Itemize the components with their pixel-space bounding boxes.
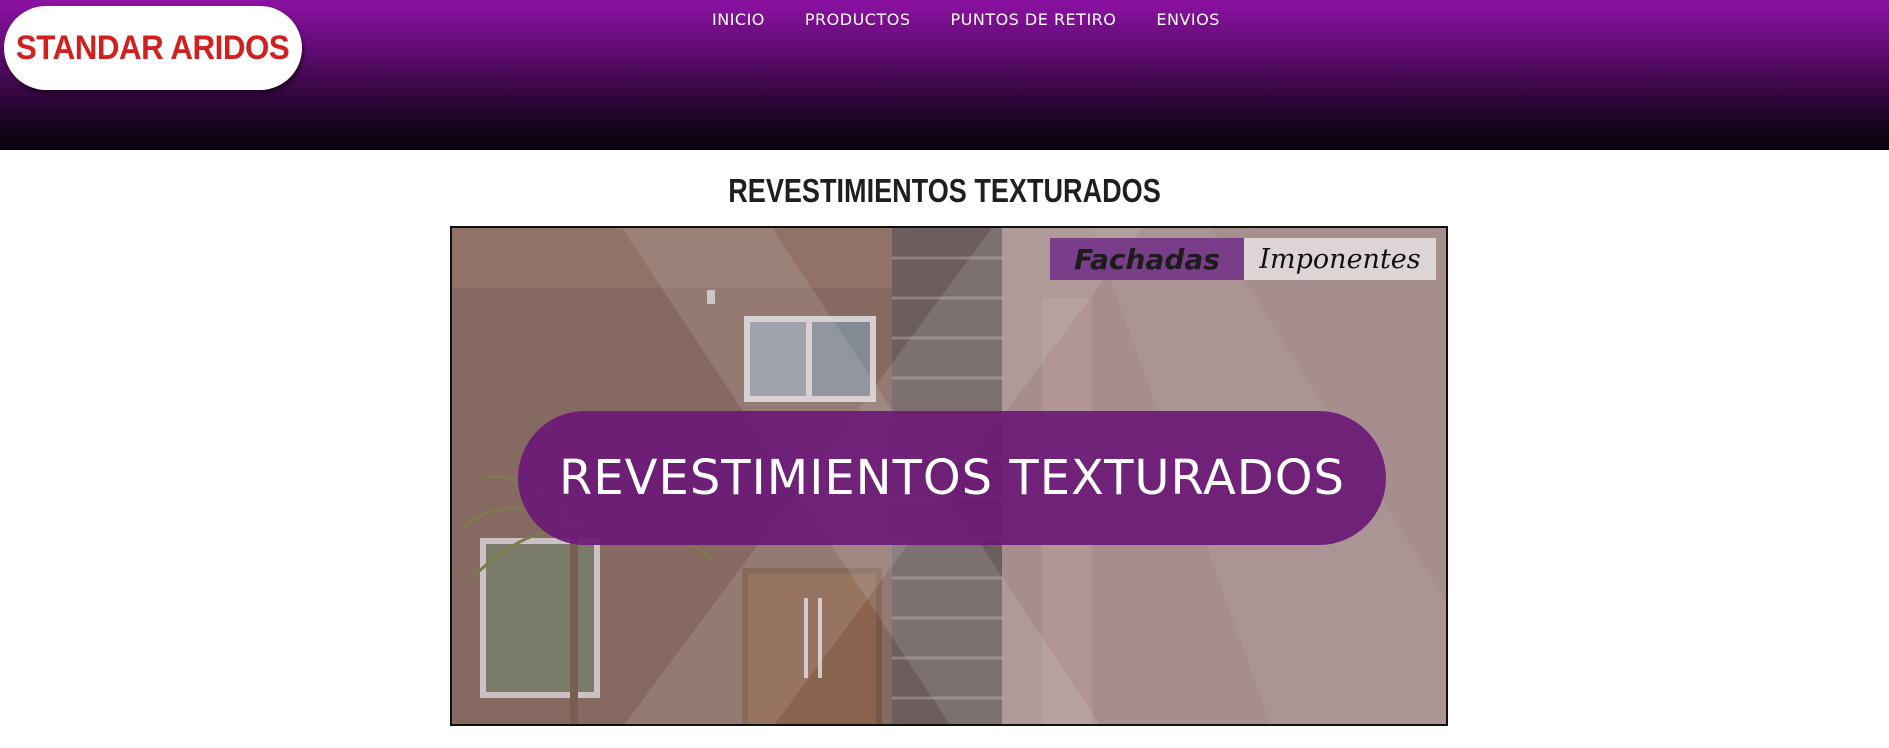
banner-headline-pill: REVESTIMIENTOS TEXTURADOS — [518, 411, 1386, 545]
nav-item-envios[interactable]: ENVIOS — [1136, 8, 1240, 31]
main-nav: INICIO PRODUCTOS PUNTOS DE RETIRO ENVIOS — [692, 8, 1240, 31]
page-title: REVESTIMIENTOS TEXTURADOS — [728, 172, 1161, 209]
logo[interactable]: STANDAR ARIDOS — [4, 6, 302, 90]
banner-headline: REVESTIMIENTOS TEXTURADOS — [558, 450, 1345, 506]
nav-item-puntos-de-retiro[interactable]: PUNTOS DE RETIRO — [930, 8, 1136, 31]
banner-tag-fachadas: Fachadas — [1050, 238, 1244, 280]
nav-item-productos[interactable]: PRODUCTOS — [785, 8, 931, 31]
nav-item-inicio[interactable]: INICIO — [692, 8, 785, 31]
logo-text: STANDAR ARIDOS — [16, 28, 290, 67]
site-header: STANDAR ARIDOS INICIO PRODUCTOS PUNTOS D… — [0, 0, 1889, 150]
banner-tag-imponentes: Imponentes — [1244, 238, 1436, 280]
hero-banner-image: Fachadas Imponentes REVESTIMIENTOS TEXTU… — [450, 226, 1448, 726]
